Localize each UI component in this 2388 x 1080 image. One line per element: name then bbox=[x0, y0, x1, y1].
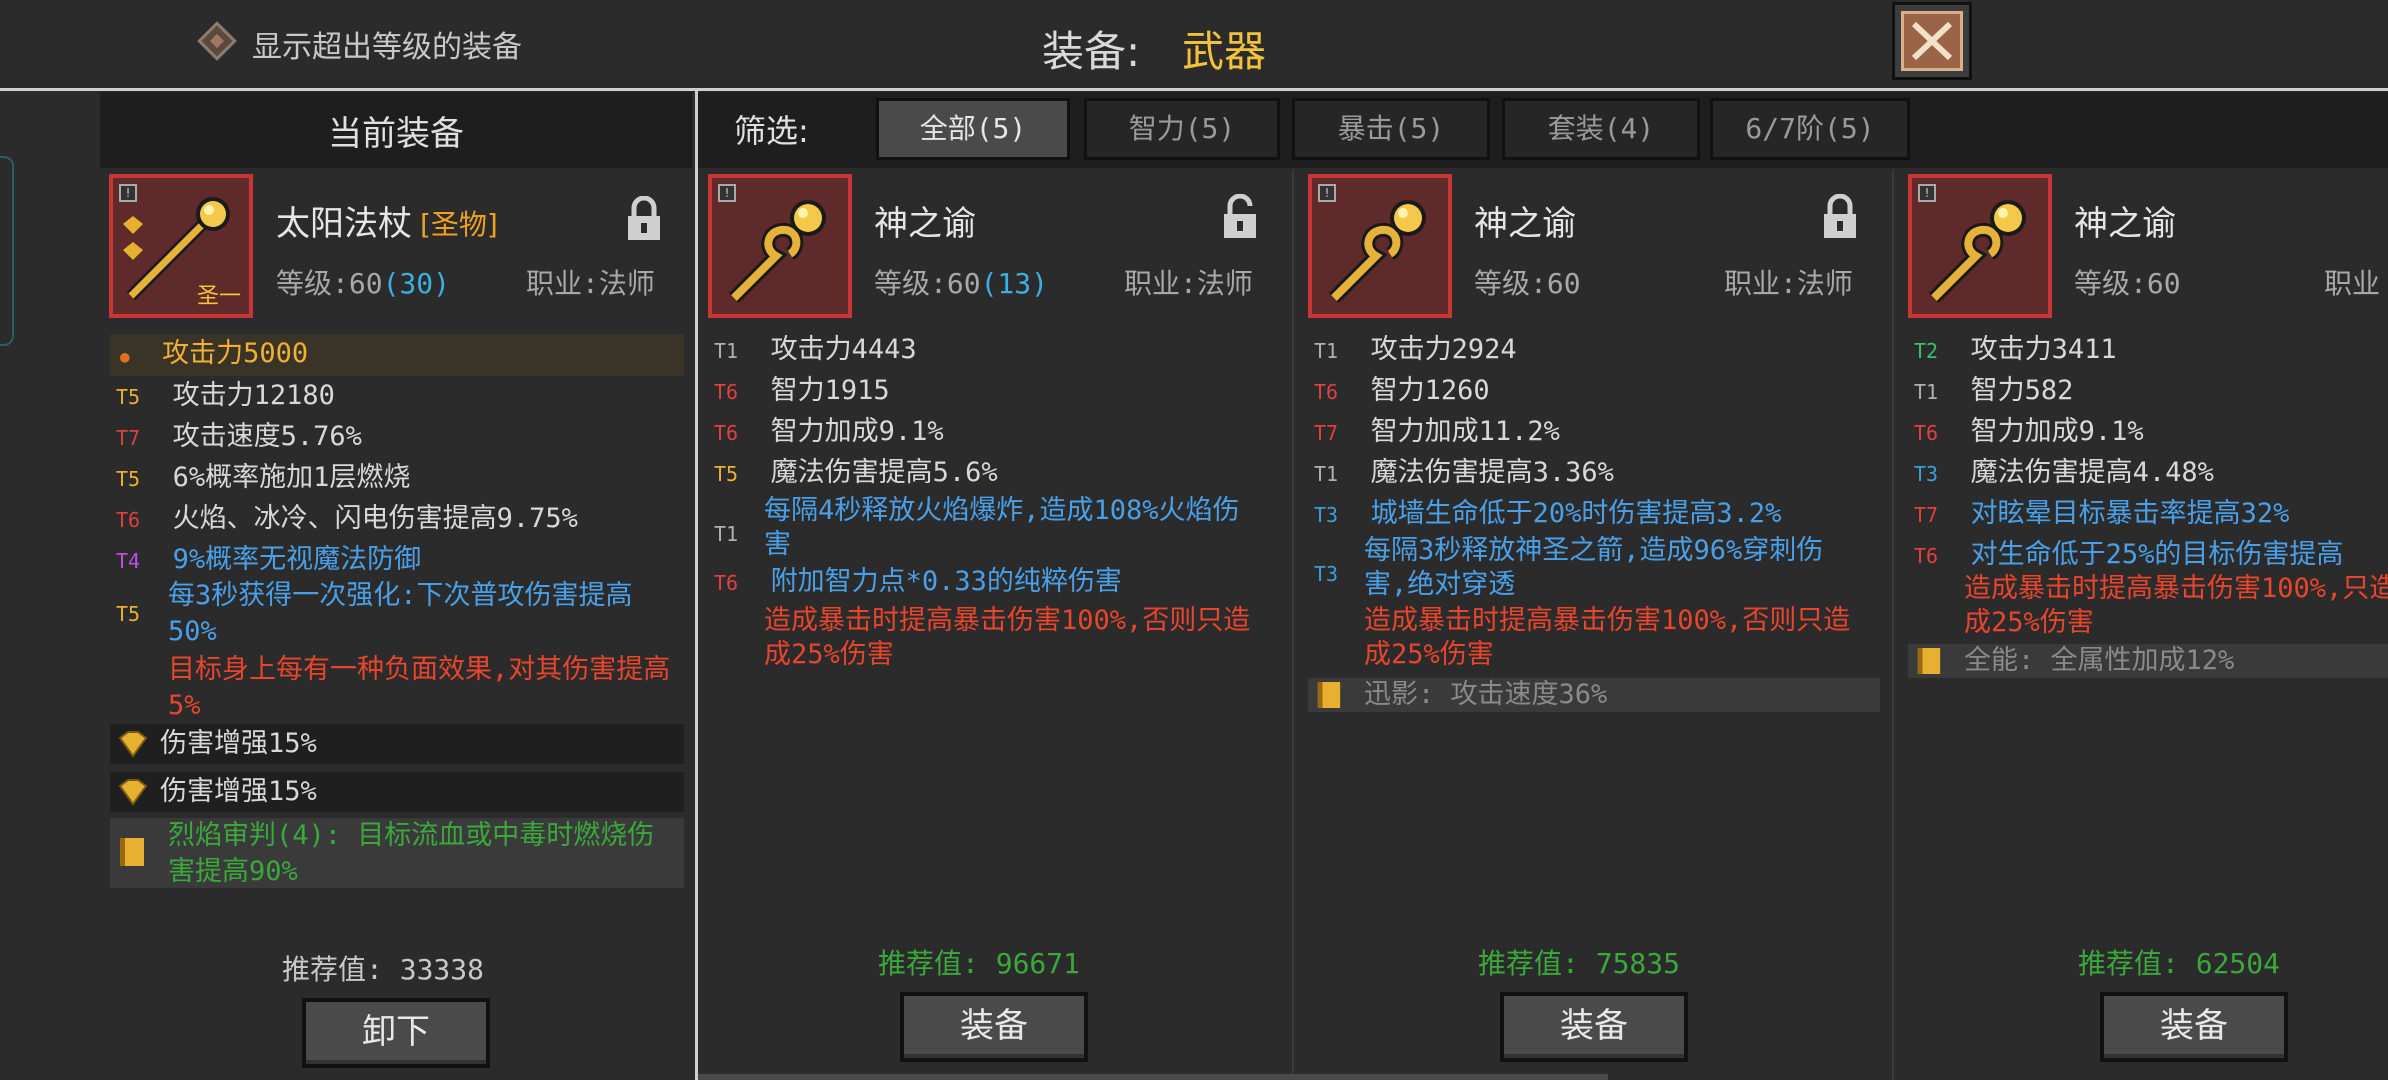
stat-text: 造成暴击时提高暴击伤害100%,否则只造成25%伤害 bbox=[764, 605, 1251, 670]
base-stat: ● 攻击力5000 bbox=[120, 338, 309, 369]
filter-label: 筛选: bbox=[734, 112, 809, 150]
recommend-value: 推荐值: 96671 bbox=[878, 947, 1081, 980]
oracle-staff-icon bbox=[1329, 200, 1426, 303]
oracle-staff-icon bbox=[729, 200, 826, 303]
unequip-button[interactable]: 卸下 bbox=[302, 998, 490, 1068]
book-icon bbox=[1317, 682, 1341, 708]
close-button[interactable] bbox=[1892, 2, 1972, 80]
book-icon bbox=[1917, 648, 1941, 674]
item-name: 神之谕 bbox=[874, 204, 976, 244]
set-bonus-text: 全能: 全属性加成12% bbox=[1964, 645, 2235, 676]
tab-tier-6-7[interactable]: 6/7阶(5) bbox=[1710, 98, 1910, 160]
gem-icon bbox=[118, 779, 148, 806]
column-divider bbox=[1892, 170, 1894, 1080]
equipment-card: ! 神之谕 等级:60 职业 T2 攻击力3411 T1 智力582 T6 智力… bbox=[1900, 170, 2388, 1080]
item-name: 神之谕 bbox=[1474, 204, 1576, 244]
tab-set[interactable]: 套装(4) bbox=[1502, 98, 1700, 160]
item-class: 职业:法师 bbox=[1124, 267, 1253, 300]
stat-text: 目标身上每有一种负面效果,对其伤害提高5% bbox=[168, 654, 671, 721]
gem-icon bbox=[118, 731, 148, 758]
side-panel-edge[interactable] bbox=[0, 156, 14, 346]
equipment-card: ! 神之谕 等级:60(13) 职业:法师 T1 攻击力4443 T6 智力19… bbox=[700, 170, 1290, 1080]
lock-closed-icon[interactable] bbox=[624, 196, 664, 242]
gem-text: 伤害增强15% bbox=[160, 728, 317, 759]
stat-row: T6 附加智力点*0.33的纯粹伤害 bbox=[714, 566, 1122, 597]
lock-open-icon[interactable] bbox=[1220, 194, 1260, 240]
set-bonus-text: 迅影: 攻击速度36% bbox=[1364, 679, 1608, 710]
stat-text: 每隔3秒释放神圣之箭,造成96%穿刺伤害,绝对穿透 bbox=[1364, 535, 1824, 600]
page-title-label: 装备: bbox=[1042, 27, 1141, 76]
equip-button[interactable]: 装备 bbox=[900, 992, 1088, 1062]
horizontal-scrollbar[interactable] bbox=[698, 1074, 1608, 1080]
stat-tier: T5 bbox=[116, 602, 141, 626]
current-item-tag: [圣物] bbox=[420, 208, 498, 241]
item-slot[interactable]: ! bbox=[1908, 174, 2052, 318]
current-item-slot[interactable]: ! 圣一 bbox=[109, 174, 253, 318]
item-slot[interactable]: ! bbox=[1308, 174, 1452, 318]
stat-text: 造成暴击时提高暴击伤害100%,否则只造成25%伤害 bbox=[1364, 605, 1851, 670]
item-slot[interactable]: ! bbox=[708, 174, 852, 318]
recommend-value: 推荐值: 62504 bbox=[2078, 947, 2281, 980]
item-level: 等级:60 bbox=[1474, 267, 1581, 300]
page-title-value: 武器 bbox=[1182, 27, 1267, 76]
equipment-card: ! 神之谕 等级:60 职业:法师 T1 攻击力2924 T6 智力1260 T… bbox=[1300, 170, 1890, 1080]
stat-tier: T1 bbox=[714, 522, 739, 546]
tab-intelligence[interactable]: 智力(5) bbox=[1084, 98, 1280, 160]
item-class: 职业:法师 bbox=[1724, 267, 1853, 300]
show-over-level-label[interactable]: 显示超出等级的装备 bbox=[252, 22, 522, 66]
item-name: 神之谕 bbox=[2074, 204, 2176, 244]
recommend-value: 推荐值: 75835 bbox=[1478, 947, 1681, 980]
column-divider bbox=[1292, 170, 1294, 1080]
equip-button[interactable]: 装备 bbox=[2100, 992, 2288, 1062]
lock-closed-icon[interactable] bbox=[1820, 194, 1860, 240]
stat-tier: T3 bbox=[1314, 562, 1339, 586]
stat-text: 每3秒获得一次强化:下次普攻伤害提高50% bbox=[168, 580, 633, 647]
current-equipment-title: 当前装备 bbox=[328, 114, 464, 154]
stat-text: 造成暴击时提高暴击伤害100%,只造成25%伤害 bbox=[1964, 573, 2388, 638]
stat-list: T1 攻击力4443 T6 智力1915 T6 智力加成9.1% T5 魔法伤害… bbox=[714, 334, 998, 488]
close-icon bbox=[1901, 11, 1963, 71]
item-class: 职业 bbox=[2324, 267, 2381, 300]
current-item-class: 职业:法师 bbox=[526, 267, 655, 300]
stat-list: T1 攻击力2924 T6 智力1260 T7 智力加成11.2% T1 魔法伤… bbox=[1314, 334, 1782, 529]
item-level: 等级:60(13) bbox=[874, 267, 1049, 300]
item-level: 等级:60 bbox=[2074, 267, 2181, 300]
current-item-level: 等级:60(30) bbox=[276, 267, 451, 300]
left-stat-list: T5 攻击力12180 T7 攻击速度5.76% T5 6%概率施加1层燃烧 T… bbox=[116, 380, 578, 575]
book-icon bbox=[120, 838, 144, 866]
stat-text: 每隔4秒释放火焰爆炸,造成108%火焰伤害 bbox=[764, 495, 1240, 560]
stat-list: T2 攻击力3411 T1 智力582 T6 智力加成9.1% T3 魔法伤害提… bbox=[1914, 334, 2344, 570]
oracle-staff-icon bbox=[1929, 200, 2026, 303]
panel-divider bbox=[695, 88, 698, 1080]
recommend-value: 推荐值: 33338 bbox=[282, 953, 485, 986]
tab-all[interactable]: 全部(5) bbox=[876, 98, 1070, 160]
relic-badge: 圣一 bbox=[196, 284, 241, 309]
current-item-name: 太阳法杖 bbox=[276, 204, 412, 244]
tab-crit[interactable]: 暴击(5) bbox=[1292, 98, 1490, 160]
gem-text: 伤害增强15% bbox=[160, 776, 317, 807]
equip-button[interactable]: 装备 bbox=[1500, 992, 1688, 1062]
set-bonus-text: 烈焰审判(4): 目标流血或中毒时燃烧伤害提高90% bbox=[168, 820, 655, 887]
